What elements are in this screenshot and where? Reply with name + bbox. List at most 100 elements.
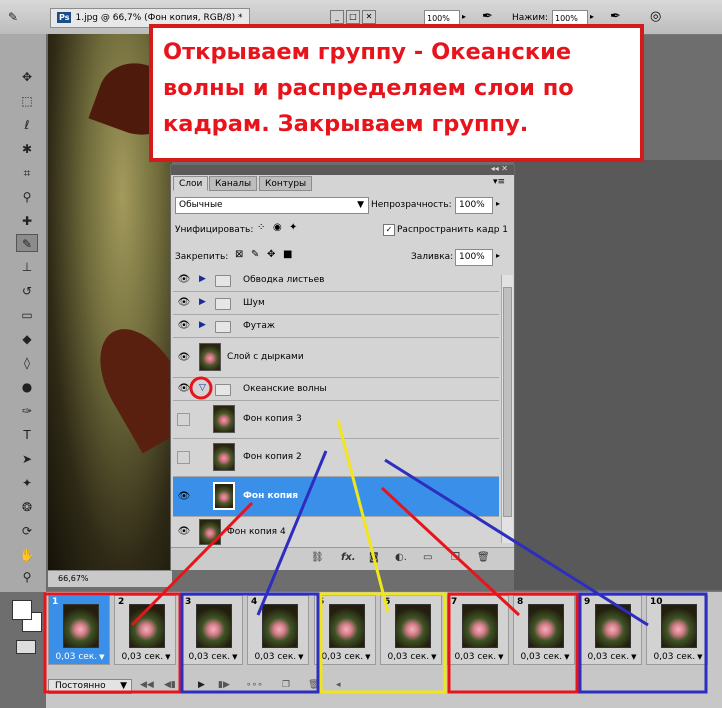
zoom-readout[interactable]: 66,67% [58,574,89,583]
scroll-left-icon[interactable]: ◂ [336,680,341,690]
frame-delay[interactable]: 0,03 сек. ▼ [118,652,174,662]
dodge-tool-icon[interactable]: ● [16,378,38,396]
tab-layers[interactable]: Слои [173,176,209,191]
path-select-icon[interactable]: ➤ [16,450,38,468]
pen-tool-icon[interactable]: ✑ [16,402,38,420]
expand-triangle-icon[interactable]: ▶ [199,297,206,307]
tab-paths[interactable]: Контуры [259,176,313,191]
stamp-tool-icon[interactable]: ⊥ [16,258,38,276]
3d-rotate-icon[interactable]: ❂ [16,498,38,516]
animation-frame[interactable]: 10 0,03 сек. ▼ [646,595,708,665]
fill-field[interactable]: 100% [455,249,493,266]
expand-triangle-icon[interactable]: ▶ [199,320,206,330]
airbrush-icon[interactable]: ✒ [482,9,493,24]
trash-icon[interactable]: 🗑 [477,552,490,563]
animation-frame[interactable]: 1 0,03 сек. ▼ [48,595,110,665]
visibility-toggle[interactable] [177,413,190,426]
lock-transparency-icon[interactable]: ⊠ [235,249,243,260]
frame-delay[interactable]: 0,03 сек. ▼ [251,652,307,662]
animation-frame[interactable]: 6 0,03 сек. ▼ [380,595,442,665]
eyedropper-tool-icon[interactable]: ⚲ [16,188,38,206]
lock-all-icon[interactable]: ■ [283,249,292,260]
hand-tool-icon[interactable]: ✋ [16,546,38,564]
blur-tool-icon[interactable]: ◊ [16,354,38,372]
frame-delay[interactable]: 0,03 сек. ▼ [52,652,108,662]
frame-delay[interactable]: 0,03 сек. ▼ [517,652,573,662]
fill-slider-arrow-icon[interactable]: ▸ [496,251,500,260]
history-brush-icon[interactable]: ↺ [16,282,38,300]
layer-row[interactable]: 👁 ▶ Обводка листьев [173,269,499,292]
move-tool-icon[interactable]: ✥ [16,68,38,86]
eye-icon[interactable]: 👁 [175,523,193,541]
delete-frame-icon[interactable]: 🗑 [308,680,319,690]
brush-tool-icon[interactable]: ✎ [16,234,38,252]
collapse-icon[interactable]: ◂◂ ✕ [491,164,508,173]
animation-frame[interactable]: 9 0,03 сек. ▼ [580,595,642,665]
minimize-button[interactable]: _ [330,10,344,24]
eye-icon[interactable]: 👁 [175,349,193,367]
crop-tool-icon[interactable]: ⌗ [16,164,38,182]
animation-frame[interactable]: 7 0,03 сек. ▼ [447,595,509,665]
collapse-triangle-icon[interactable]: ▽ [199,383,206,393]
unify-position-icon[interactable]: ⁘ [257,222,265,233]
frame-delay[interactable]: 0,03 сек. ▼ [318,652,374,662]
quick-mask-icon[interactable] [16,640,36,654]
frame-delay[interactable]: 0,03 сек. ▼ [451,652,507,662]
layer-row-selected[interactable]: 👁 Фон копия [173,477,499,517]
layer-row[interactable]: 👁 Фон копия 4 [173,517,499,547]
tab-channels[interactable]: Каналы [209,176,258,191]
animation-frame[interactable]: 5 0,03 сек. ▼ [314,595,376,665]
lasso-tool-icon[interactable]: ℓ [16,116,38,134]
visibility-toggle[interactable] [177,451,190,464]
lock-pixels-icon[interactable]: ✎ [251,249,259,260]
healing-tool-icon[interactable]: ✚ [16,212,38,230]
expand-triangle-icon[interactable]: ▶ [199,274,206,284]
animation-frame[interactable]: 2 0,03 сек. ▼ [114,595,176,665]
paint-bucket-icon[interactable]: ◆ [16,330,38,348]
layer-row[interactable]: 👁 ▶ Футаж [173,315,499,338]
frame-delay[interactable]: 0,03 сек. ▼ [584,652,640,662]
marquee-tool-icon[interactable]: ⬚ [16,92,38,110]
close-button[interactable]: ✕ [362,10,376,24]
fx-icon[interactable]: fx. [341,552,356,563]
layer-row[interactable]: 👁 Слой с дырками [173,338,499,378]
frame-delay[interactable]: 0,03 сек. ▼ [185,652,241,662]
loop-select[interactable]: Постоянно ▼ [48,679,132,694]
unify-visibility-icon[interactable]: ◉ [273,222,282,233]
propagate-checkbox[interactable]: ✓ [383,224,395,236]
3d-orbit-icon[interactable]: ⟳ [16,522,38,540]
eye-icon[interactable]: 👁 [175,294,193,312]
animation-frame[interactable]: 4 0,03 сек. ▼ [247,595,309,665]
frame-delay[interactable]: 0,03 сек. ▼ [384,652,440,662]
foreground-color-swatch[interactable] [12,600,32,620]
dropdown-arrow-icon[interactable]: ▸ [462,12,466,21]
layer-row[interactable]: Фон копия 3 [173,401,499,439]
frame-delay[interactable]: 0,03 сек. ▼ [650,652,706,662]
quick-select-tool-icon[interactable]: ✱ [16,140,38,158]
next-frame-icon[interactable]: ▮▶ [218,680,230,690]
layer-row[interactable]: 👁 ▶ Шум [173,292,499,315]
first-frame-icon[interactable]: ◀◀ [140,680,154,690]
duplicate-frame-icon[interactable]: ❐ [282,680,290,690]
eye-icon[interactable]: 👁 [175,488,193,506]
prev-frame-icon[interactable]: ◀▮ [164,680,176,690]
lock-position-icon[interactable]: ✥ [267,249,275,260]
scroll-thumb[interactable] [503,287,512,517]
tween-icon[interactable]: ∘∘∘ [246,680,263,690]
animation-frame[interactable]: 3 0,03 сек. ▼ [181,595,243,665]
layers-scrollbar[interactable] [501,275,513,543]
shape-tool-icon[interactable]: ✦ [16,474,38,492]
type-tool-icon[interactable]: T [16,426,38,444]
brush-preset-icon[interactable]: ✎ [4,8,22,26]
tablet-pressure-icon[interactable]: ◎ [650,9,661,24]
adjustment-icon[interactable]: ◐. [395,552,407,563]
mask-icon[interactable]: ◙ [369,552,379,563]
unify-style-icon[interactable]: ✦ [289,222,297,233]
animation-frame[interactable]: 8 0,03 сек. ▼ [513,595,575,665]
maximize-button[interactable]: □ [346,10,360,24]
opacity-field[interactable]: 100% [455,197,493,214]
opacity-slider-arrow-icon[interactable]: ▸ [496,199,500,208]
zoom-tool-icon[interactable]: ⚲ [16,568,38,586]
new-group-icon[interactable]: ▭ [423,552,432,563]
new-layer-icon[interactable]: ❐ [451,552,460,563]
